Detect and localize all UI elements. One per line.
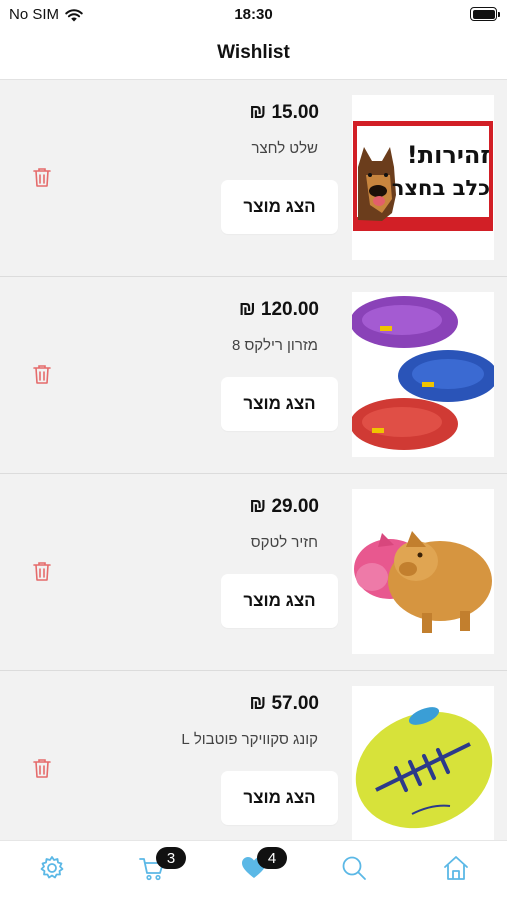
- product-price: ₪ 120.00: [238, 299, 319, 320]
- tab-bar: 3 4: [0, 840, 507, 900]
- page-title: Wishlist: [217, 42, 290, 63]
- tab-settings[interactable]: [37, 853, 67, 883]
- product-price: ₪ 15.00: [249, 102, 319, 123]
- wishlist-badge: 4: [257, 847, 287, 869]
- view-product-button[interactable]: הצג מוצר: [221, 180, 338, 234]
- sign-text-2: כלב בחצר: [392, 176, 490, 200]
- latex-pig-toys-image: [352, 489, 494, 654]
- view-product-button[interactable]: הצג מוצר: [221, 377, 338, 431]
- trash-icon[interactable]: [31, 757, 53, 779]
- product-name: מזרון רילקס 8: [231, 337, 318, 354]
- product-name: קונג סקוויקר פוטבול L: [181, 731, 318, 748]
- wishlist-item: !זהירות כלב בחצר ₪ 15.00 שלט לחצר הצג מו…: [0, 80, 507, 277]
- product-name: חזיר לטקס: [250, 534, 318, 551]
- gear-icon: [40, 856, 64, 879]
- dog-warning-sign-image: !זהירות כלב בחצר: [352, 95, 494, 260]
- home-icon: [444, 856, 468, 880]
- product-price: ₪ 57.00: [249, 693, 319, 714]
- pet-cushions-image: [352, 292, 494, 457]
- cart-badge: 3: [156, 847, 186, 869]
- search-icon: [342, 856, 366, 880]
- kong-football-toy-image: [352, 686, 494, 840]
- trash-icon[interactable]: [31, 166, 53, 188]
- product-image[interactable]: !זהירות כלב בחצר: [352, 95, 494, 260]
- wishlist-item: ₪ 120.00 מזרון רילקס 8 הצג מוצר: [0, 277, 507, 474]
- sign-text-1: !זהירות: [407, 141, 490, 169]
- tab-home[interactable]: [441, 853, 471, 883]
- status-time: 18:30: [234, 6, 273, 23]
- view-product-button[interactable]: הצג מוצר: [221, 771, 338, 825]
- product-image[interactable]: [352, 686, 494, 840]
- battery-icon: [470, 7, 500, 21]
- trash-icon[interactable]: [31, 560, 53, 582]
- trash-icon[interactable]: [31, 363, 53, 385]
- wishlist-item: ₪ 57.00 קונג סקוויקר פוטבול L הצג מוצר: [0, 671, 507, 840]
- tab-search[interactable]: [339, 853, 369, 883]
- view-product-button[interactable]: הצג מוצר: [221, 574, 338, 628]
- product-price: ₪ 29.00: [249, 496, 319, 517]
- wishlist-item: ₪ 29.00 חזיר לטקס הצג מוצר: [0, 474, 507, 671]
- product-name: שלט לחצר: [251, 140, 318, 157]
- wishlist-list: !זהירות כלב בחצר ₪ 15.00 שלט לחצר הצג מו…: [0, 80, 507, 840]
- status-bar: No SIM 18:30: [0, 0, 507, 30]
- product-image[interactable]: [352, 489, 494, 654]
- product-image[interactable]: [352, 292, 494, 457]
- navigation-bar: Wishlist: [0, 30, 507, 80]
